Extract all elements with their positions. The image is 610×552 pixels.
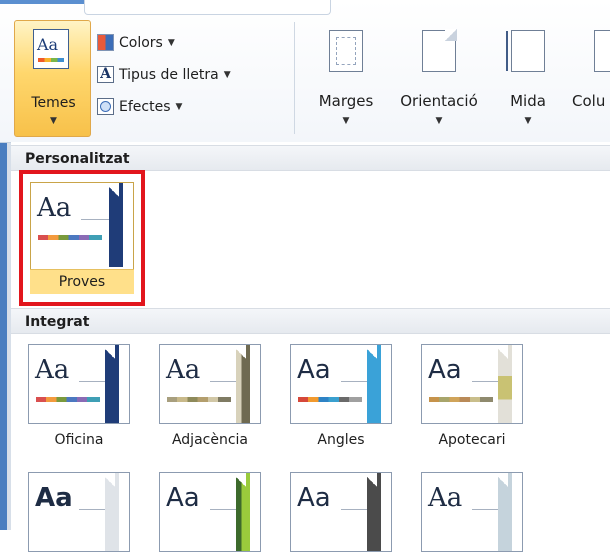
theme-thumbnail: Aa	[31, 183, 133, 267]
chevron-down-icon: ▼	[435, 116, 443, 126]
columns-icon	[594, 30, 610, 72]
margins-button[interactable]: Marges ▼	[306, 20, 386, 138]
custom-section-header: Personalitzat	[11, 145, 610, 171]
theme-thumbnail: Aa	[159, 344, 261, 424]
theme-row2-2[interactable]: Aa	[159, 472, 261, 552]
chevron-down-icon: ▼	[50, 116, 57, 126]
size-icon	[506, 30, 545, 72]
theme-thumbnail: Aa	[421, 344, 523, 424]
theme-thumbnail: Aa	[421, 472, 523, 552]
ribbon-separator	[294, 22, 295, 134]
colors-icon	[97, 34, 114, 51]
custom-theme-label: Proves	[30, 269, 134, 294]
theme-adjacencia[interactable]: Aa Adjacència	[159, 344, 261, 448]
ribbon-top-edge	[0, 0, 610, 15]
colors-button[interactable]: Colors ▼	[97, 30, 175, 55]
theme-row2-3[interactable]: Aa	[290, 472, 392, 552]
margins-icon	[329, 30, 363, 72]
fonts-button[interactable]: A Tipus de lletra ▼	[97, 62, 231, 87]
theme-thumbnail: Aa	[28, 472, 130, 552]
font-icon: A	[97, 66, 114, 83]
chevron-down-icon: ▼	[223, 69, 231, 80]
chevron-down-icon: ▼	[342, 116, 350, 126]
effects-icon	[97, 98, 114, 115]
ribbon-tab-area	[84, 0, 331, 15]
orientation-icon	[422, 29, 457, 72]
theme-thumbnail: Aa	[159, 472, 261, 552]
theme-row2-1[interactable]: Aa	[28, 472, 130, 552]
themes-button[interactable]: Aa Temes ▼	[14, 20, 91, 137]
themes-gallery: Personalitzat Aa Proves Integrat Aa Ofic…	[11, 142, 610, 552]
themes-label: Temes	[31, 95, 76, 111]
theme-thumbnail: Aa	[28, 344, 130, 424]
chevron-down-icon: ▼	[167, 37, 175, 48]
ribbon: Aa Temes ▼ Colors ▼ A Tipus de lletra ▼ …	[0, 0, 610, 143]
theme-row2-4[interactable]: Aa	[421, 472, 523, 552]
theme-apotecari[interactable]: Aa Apotecari	[421, 344, 523, 448]
theme-angles[interactable]: Aa Angles	[290, 344, 392, 448]
chevron-down-icon: ▼	[524, 116, 532, 126]
theme-oficina[interactable]: Aa Oficina	[28, 344, 130, 448]
theme-thumbnail: Aa	[290, 472, 392, 552]
theme-thumbnail: Aa	[290, 344, 392, 424]
custom-theme-proves[interactable]: Aa Proves	[30, 182, 134, 294]
builtin-section-header: Integrat	[11, 308, 610, 334]
custom-theme-highlight: Aa Proves	[19, 170, 145, 306]
effects-button[interactable]: Efectes ▼	[97, 94, 182, 119]
chevron-down-icon: ▼	[175, 101, 183, 112]
orientation-button[interactable]: Orientació ▼	[386, 20, 492, 138]
columns-button[interactable]: Colu	[566, 20, 610, 138]
themes-icon: Aa	[33, 29, 69, 69]
size-button[interactable]: Mida ▼	[495, 20, 561, 138]
